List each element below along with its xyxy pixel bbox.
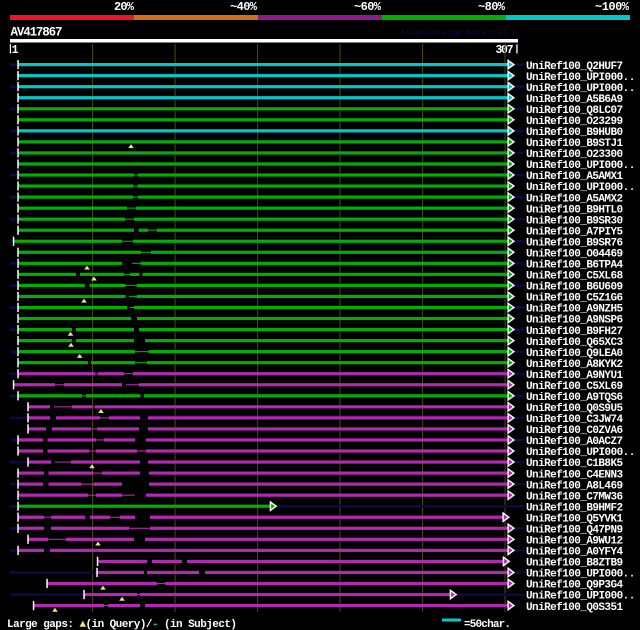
svg-text:~40%: ~40% xyxy=(230,0,258,14)
svg-text:~80%: ~80% xyxy=(478,0,506,14)
svg-text:20%: 20% xyxy=(114,0,135,14)
svg-text:~100%: ~100% xyxy=(595,0,630,14)
svg-text:~60%: ~60% xyxy=(354,0,382,14)
svg-text:AV417867: AV417867 xyxy=(11,26,63,40)
svg-text:=50char.: =50char. xyxy=(464,619,511,630)
svg-text:AlignView.pm Beta rel.7: AlignView.pm Beta rel.7 xyxy=(400,28,517,38)
svg-text:1: 1 xyxy=(12,44,19,57)
svg-text:UniRef100_Q0S351: UniRef100_Q0S351 xyxy=(526,602,623,614)
svg-text:Large gaps: ▲(in Query)/- (in: Large gaps: ▲(in Query)/- (in Subject) xyxy=(7,619,237,630)
